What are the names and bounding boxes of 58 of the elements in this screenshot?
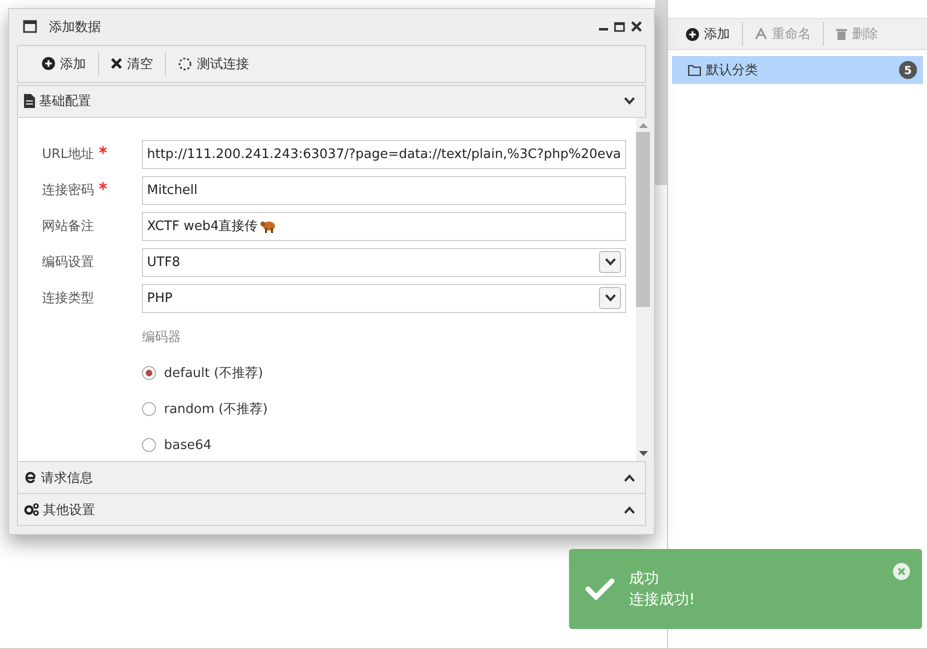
chevron-up-icon[interactable]	[624, 474, 635, 482]
window-icon	[23, 20, 37, 34]
section-header[interactable]: 其他设置	[17, 493, 646, 526]
radio-option[interactable]: random (不推荐)	[142, 394, 626, 424]
document-icon	[24, 94, 35, 108]
scrollbar-thumb[interactable]	[636, 132, 650, 307]
field-label: 编码设置	[42, 255, 94, 270]
close-icon	[111, 58, 122, 70]
plus-circle-icon	[686, 28, 699, 40]
close-icon[interactable]	[631, 21, 642, 32]
input-field[interactable]: http://111.200.241.243:63037/?page=data://text/plain,%3C?php%20eva	[142, 140, 626, 169]
toolbar-button[interactable]: 测试连接	[166, 50, 261, 77]
section-header[interactable]: 请求信息	[17, 461, 646, 494]
section-title: 请求信息	[41, 470, 94, 487]
section-header[interactable]: 基础配置	[17, 84, 646, 118]
radio-button[interactable]	[142, 402, 156, 416]
animal-icon	[260, 219, 276, 234]
chevron-down-icon[interactable]	[604, 258, 616, 266]
field-label: 连接密码	[42, 183, 94, 198]
trash-icon	[836, 28, 847, 40]
radio-option[interactable]: default (不推荐)	[142, 358, 626, 388]
scroll-down-icon[interactable]	[638, 451, 648, 458]
section-title: 基础配置	[39, 93, 92, 110]
field-label: 连接类型	[42, 291, 94, 306]
toast-message: 连接成功!	[629, 589, 696, 610]
chevron-down-icon[interactable]	[604, 294, 616, 302]
radio-button[interactable]	[142, 366, 156, 380]
toast-title: 成功	[629, 568, 660, 589]
radio-label: default (不推荐)	[164, 365, 264, 382]
input-field[interactable]: XCTF web4直接传	[142, 212, 626, 241]
category-item[interactable]: 默认分类 5	[672, 56, 923, 84]
toolbar-button[interactable]: 添加	[674, 21, 742, 47]
toolbar-button[interactable]: 清空	[99, 50, 165, 77]
window-title: 添加数据	[49, 18, 102, 36]
select-field[interactable]: PHP	[142, 284, 626, 313]
count-badge: 5	[899, 61, 917, 79]
radio-label: random (不推荐)	[164, 401, 268, 418]
section-title: 其他设置	[43, 502, 96, 519]
field-label: URL地址	[42, 147, 94, 162]
radio-button[interactable]	[142, 438, 156, 452]
toolbar-button[interactable]: 添加	[30, 50, 98, 77]
folder-icon	[688, 64, 701, 76]
plus-circle-icon	[42, 57, 55, 70]
browser-icon	[24, 471, 37, 484]
letter-icon	[755, 28, 767, 40]
spinner-icon	[178, 56, 192, 71]
radio-option[interactable]: base64	[142, 430, 626, 460]
maximize-icon[interactable]	[614, 22, 625, 32]
gears-icon	[24, 503, 39, 516]
chevron-down-icon[interactable]	[624, 97, 635, 106]
chevron-up-icon[interactable]	[624, 506, 635, 514]
select-field[interactable]: UTF8	[142, 248, 626, 277]
radio-label: base64	[164, 438, 212, 453]
field-label: 网站备注	[42, 219, 94, 234]
input-field[interactable]: Mitchell	[142, 176, 626, 205]
encoder-label: 编码器	[142, 328, 182, 346]
category-label: 默认分类	[706, 62, 758, 79]
checkmark-icon	[585, 578, 615, 600]
